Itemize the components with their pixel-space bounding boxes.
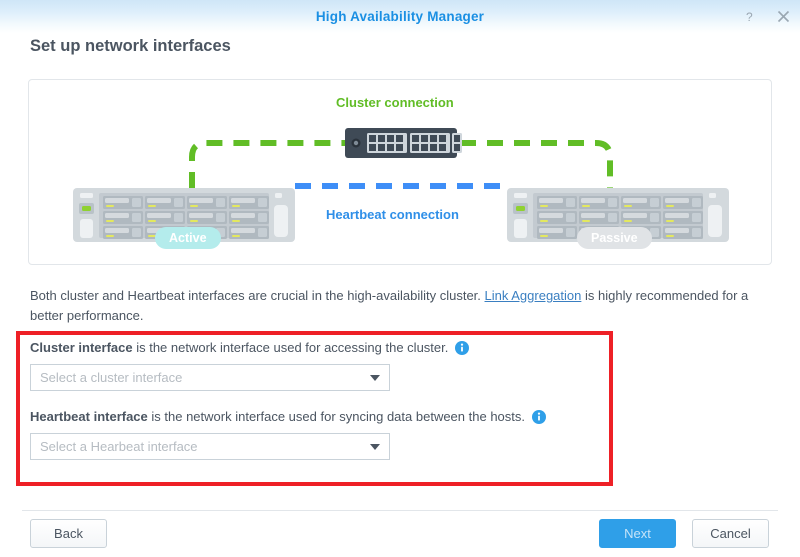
cluster-interface-label: Cluster interface is the network interfa… [30, 339, 590, 357]
chevron-down-icon [370, 375, 380, 381]
network-switch-icon [345, 128, 462, 158]
next-button[interactable]: Next [599, 519, 676, 548]
network-topology-diagram: Cluster connection Heartbeat connection … [28, 79, 772, 265]
close-icon[interactable] [774, 8, 792, 26]
window-title: High Availability Manager [316, 9, 484, 24]
passive-status-badge: Passive [577, 227, 652, 249]
cluster-connection-label: Cluster connection [336, 95, 454, 110]
ha-manager-dialog: High Availability Manager ? Set up netwo… [0, 0, 800, 557]
back-button[interactable]: Back [30, 519, 107, 548]
heartbeat-connection-label: Heartbeat connection [326, 207, 459, 222]
cancel-button[interactable]: Cancel [692, 519, 769, 548]
description-part-1: Both cluster and Heartbeat interfaces ar… [30, 288, 485, 303]
heartbeat-interface-label-rest: is the network interface used for syncin… [148, 409, 525, 424]
interface-form: Cluster interface is the network interfa… [30, 339, 590, 477]
info-icon[interactable] [532, 410, 546, 424]
page-title: Set up network interfaces [30, 37, 231, 56]
heartbeat-interface-label: Heartbeat interface is the network inter… [30, 408, 590, 426]
info-icon[interactable] [455, 341, 469, 355]
svg-text:?: ? [746, 10, 753, 24]
heartbeat-interface-select[interactable]: Select a Hearbeat interface [30, 433, 390, 460]
cluster-interface-label-rest: is the network interface used for access… [133, 340, 449, 355]
link-aggregation-link[interactable]: Link Aggregation [485, 288, 582, 303]
active-status-badge: Active [155, 227, 221, 249]
cluster-interface-select[interactable]: Select a cluster interface [30, 364, 390, 391]
cluster-interface-select-value: Select a cluster interface [40, 370, 182, 385]
chevron-down-icon [370, 444, 380, 450]
heartbeat-interface-select-value: Select a Hearbeat interface [40, 439, 198, 454]
window-controls: ? [742, 0, 792, 33]
question-mark-icon[interactable]: ? [742, 8, 760, 26]
footer-divider [22, 510, 778, 511]
window-titlebar: High Availability Manager ? [0, 0, 800, 33]
description-text: Both cluster and Heartbeat interfaces ar… [30, 286, 764, 326]
cluster-interface-label-bold: Cluster interface [30, 340, 133, 355]
heartbeat-interface-label-bold: Heartbeat interface [30, 409, 148, 424]
